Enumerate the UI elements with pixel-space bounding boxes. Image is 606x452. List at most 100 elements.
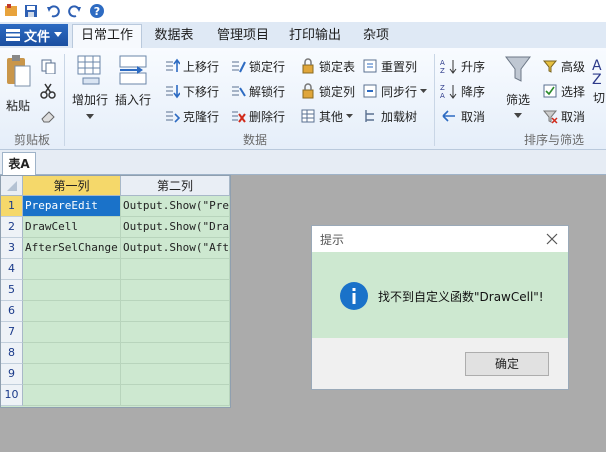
- advanced-filter-label: 高级: [561, 59, 586, 74]
- delete-row-icon: [232, 111, 246, 123]
- eraser-button[interactable]: [40, 106, 56, 126]
- grid-cell[interactable]: Output.Show("Pre: [121, 196, 230, 217]
- row-header[interactable]: 4: [1, 259, 23, 280]
- row-header[interactable]: 1: [1, 196, 23, 217]
- select-all-corner[interactable]: [1, 176, 23, 196]
- dialog-title: 提示: [320, 233, 345, 247]
- cut-partial-button[interactable]: AZ 切: [592, 58, 606, 106]
- grid-cell[interactable]: [23, 364, 121, 385]
- lock-column-button[interactable]: 锁定列: [300, 81, 355, 101]
- lock-row-button[interactable]: 锁定行: [230, 56, 285, 76]
- grid-cell[interactable]: [121, 385, 230, 406]
- group-divider: [64, 54, 65, 146]
- row-header[interactable]: 3: [1, 238, 23, 259]
- grid-cell[interactable]: [121, 259, 230, 280]
- row-header[interactable]: 7: [1, 322, 23, 343]
- sort-ascending-button[interactable]: AZ 升序: [440, 56, 485, 76]
- grid-cell[interactable]: [23, 280, 121, 301]
- column-header-2[interactable]: 第二列: [121, 176, 230, 196]
- redo-icon[interactable]: [66, 2, 84, 20]
- grid-cell[interactable]: DrawCell: [23, 217, 121, 238]
- add-row-button[interactable]: 增加行: [72, 54, 108, 123]
- tab-manage-project[interactable]: 管理项目: [212, 25, 274, 47]
- delete-row-button[interactable]: 删除行: [230, 106, 285, 126]
- unlock-row-button[interactable]: 解锁行: [230, 81, 285, 101]
- lock-table-button[interactable]: 锁定表: [300, 56, 355, 76]
- help-icon[interactable]: ?: [88, 2, 106, 20]
- row-header[interactable]: 8: [1, 343, 23, 364]
- lock-table-label: 锁定表: [319, 59, 356, 74]
- sort-descending-icon: ZA: [440, 84, 457, 99]
- insert-row-icon: [119, 55, 147, 85]
- clone-row-button[interactable]: 克隆行: [164, 106, 219, 126]
- advanced-filter-button[interactable]: 高级: [542, 56, 585, 76]
- move-row-up-label: 上移行: [183, 59, 220, 74]
- add-row-label: 增加行: [72, 93, 109, 107]
- other-menu-button[interactable]: 其他: [300, 106, 354, 126]
- copy-button[interactable]: [40, 56, 56, 76]
- grid-cell[interactable]: AfterSelChange: [23, 238, 121, 259]
- chevron-down-icon: [420, 88, 428, 93]
- ribbon-panel: 粘贴 剪贴板 增加行 插入行 上移行 下移行 克隆行 锁定行 解锁行 删除行 锁…: [0, 48, 606, 150]
- reset-column-button[interactable]: 重置列: [362, 56, 417, 76]
- grid-cell[interactable]: PrepareEdit: [23, 196, 121, 217]
- insert-row-button[interactable]: 插入行: [114, 54, 152, 108]
- ok-button[interactable]: 确定: [465, 352, 549, 376]
- tab-misc[interactable]: 杂项: [358, 25, 394, 47]
- paste-button[interactable]: 粘贴: [4, 54, 32, 114]
- grid-cell[interactable]: [23, 385, 121, 406]
- cancel-sort-button[interactable]: 取消: [440, 106, 485, 126]
- undo-icon[interactable]: [44, 2, 62, 20]
- save-icon[interactable]: [22, 2, 40, 20]
- load-tree-button[interactable]: 加载树: [362, 106, 417, 126]
- row-header[interactable]: 5: [1, 280, 23, 301]
- grid-cell[interactable]: [121, 280, 230, 301]
- row-header[interactable]: 9: [1, 364, 23, 385]
- row-header[interactable]: 6: [1, 301, 23, 322]
- tab-data-table[interactable]: 数据表: [148, 25, 200, 47]
- sort-descending-label: 降序: [461, 84, 486, 99]
- move-down-icon: [166, 85, 180, 99]
- move-row-down-button[interactable]: 下移行: [164, 81, 219, 101]
- tab-print-output[interactable]: 打印输出: [284, 25, 346, 47]
- scissors-icon: [40, 83, 56, 99]
- sync-row-button[interactable]: 同步行: [362, 81, 428, 101]
- row-header[interactable]: 10: [1, 385, 23, 406]
- sort-descending-button[interactable]: ZA 降序: [440, 81, 485, 101]
- grid-cell[interactable]: [23, 301, 121, 322]
- grid-cell[interactable]: [23, 259, 121, 280]
- grid-cell[interactable]: [121, 364, 230, 385]
- sync-row-label: 同步行: [381, 84, 418, 99]
- app-icon: [2, 2, 20, 20]
- select-filter-button[interactable]: 选择: [542, 81, 585, 101]
- funnel-icon: [505, 56, 531, 82]
- sync-row-icon: [363, 84, 377, 98]
- grid-cell[interactable]: Output.Show("Dra: [121, 217, 230, 238]
- row-header[interactable]: 2: [1, 217, 23, 238]
- grid-cell[interactable]: [121, 343, 230, 364]
- lock-icon: [302, 58, 314, 74]
- clone-row-label: 克隆行: [183, 109, 220, 124]
- close-icon[interactable]: [546, 233, 558, 245]
- filter-label: 筛选: [505, 93, 530, 107]
- dialog-button-area: 确定: [312, 338, 568, 389]
- lock-icon: [302, 83, 314, 99]
- dialog-title-bar: 提示: [312, 226, 568, 252]
- sheet-tab-a[interactable]: 表A: [2, 152, 36, 175]
- cancel-filter-button[interactable]: 取消: [542, 106, 585, 126]
- cut-button[interactable]: [40, 81, 56, 101]
- filter-button[interactable]: 筛选: [502, 54, 534, 122]
- column-header-1[interactable]: 第一列: [23, 176, 121, 196]
- add-row-icon: [77, 55, 101, 85]
- grid-cell[interactable]: [121, 301, 230, 322]
- grid-cell[interactable]: [23, 322, 121, 343]
- grid-cell[interactable]: [121, 322, 230, 343]
- move-row-up-button[interactable]: 上移行: [164, 56, 219, 76]
- grid-cell[interactable]: Output.Show("Aft: [121, 238, 230, 259]
- tab-home[interactable]: 日常工作: [72, 24, 142, 49]
- data-grid: 第一列 第二列 1 PrepareEdit Output.Show("Pre 2 Dra…: [0, 175, 231, 408]
- data-group-label: 数据: [242, 133, 267, 147]
- grid-cell[interactable]: [23, 343, 121, 364]
- paste-label: 粘贴: [5, 99, 30, 113]
- file-menu-button[interactable]: 文件: [0, 24, 68, 46]
